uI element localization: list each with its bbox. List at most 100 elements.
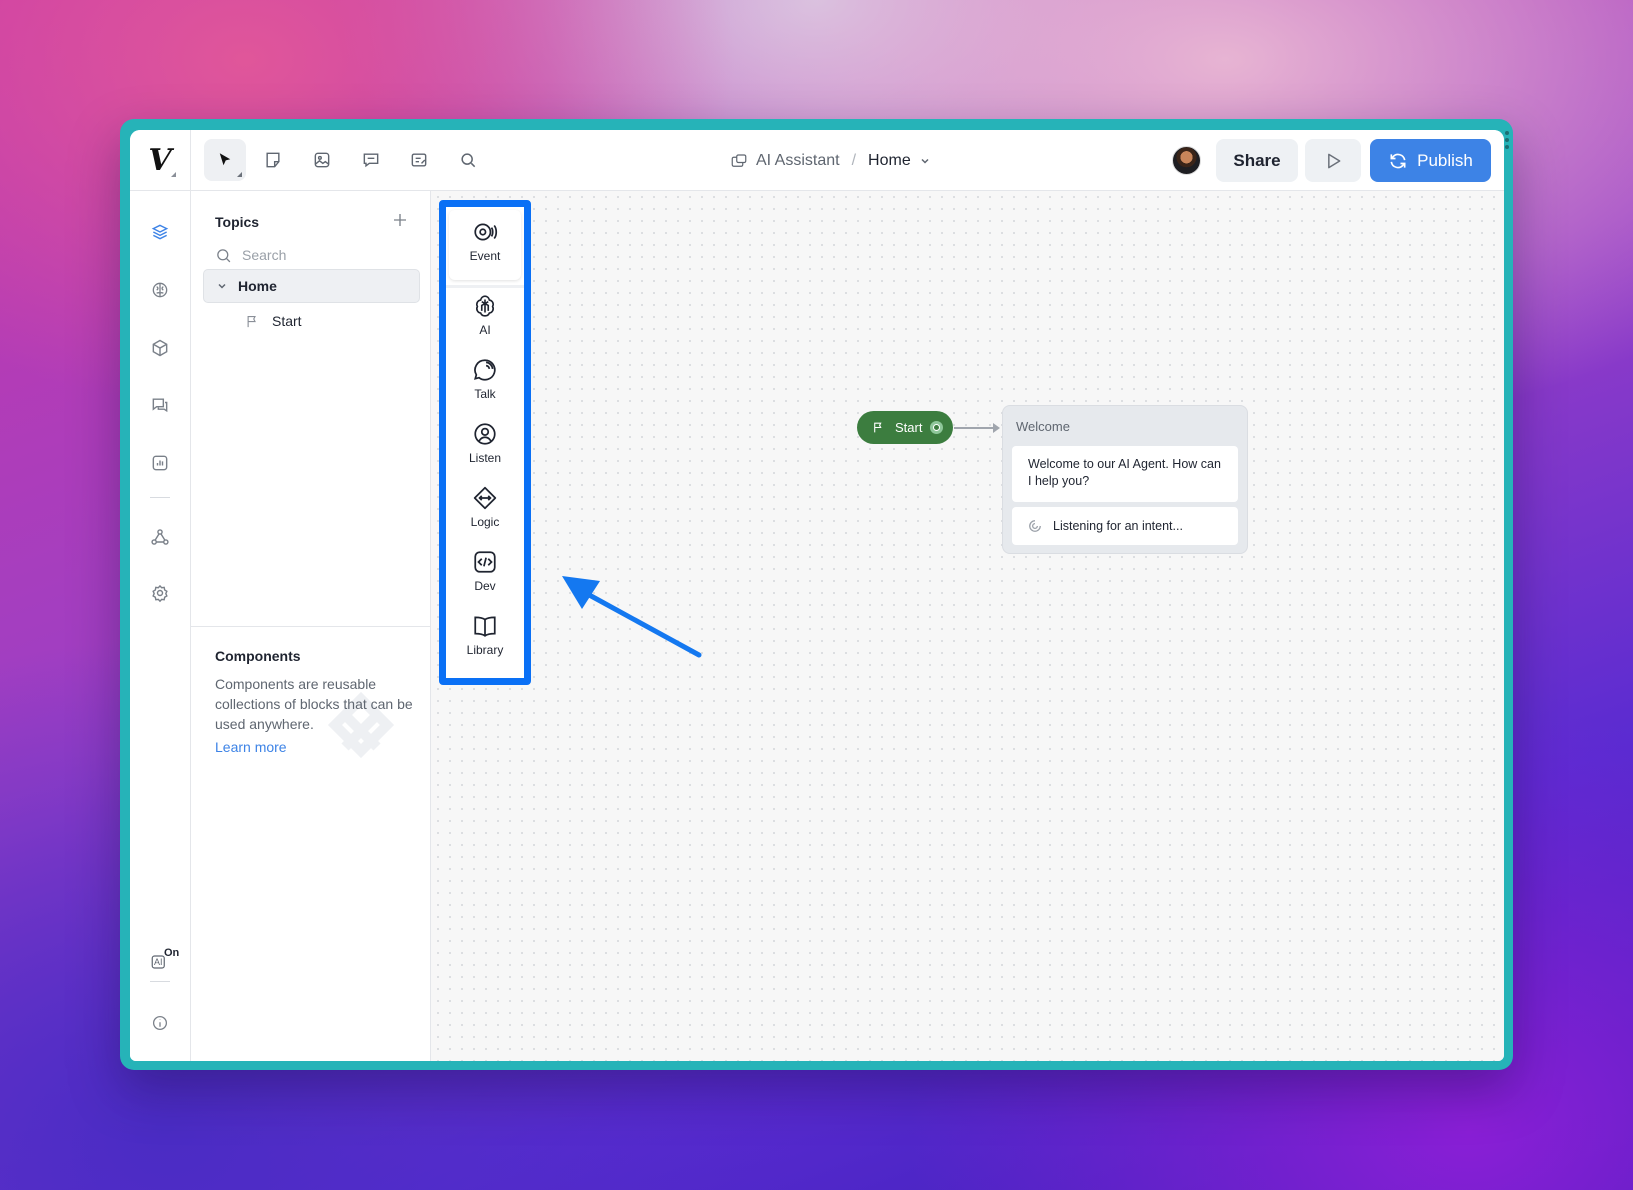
play-icon — [1328, 153, 1341, 168]
flow-connector — [954, 423, 1000, 433]
annotation-arrow — [562, 576, 702, 658]
block-label: Talk — [474, 387, 496, 401]
ai-toggle[interactable]: AI On — [150, 947, 179, 975]
components-description: Components are reusable collections of b… — [215, 676, 413, 732]
rail-divider — [150, 981, 170, 982]
components-title: Components — [215, 648, 301, 664]
block-label: AI — [479, 323, 491, 337]
image-tool-button[interactable] — [301, 139, 343, 181]
left-rail: AI On — [130, 191, 191, 1061]
breadcrumb: AI Assistant / Home — [730, 149, 931, 173]
publish-label: Publish — [1417, 150, 1473, 170]
logic-icon — [473, 486, 497, 510]
block-talk[interactable]: Talk — [446, 357, 524, 401]
rail-analytics[interactable] — [147, 450, 173, 476]
edit-note-icon — [411, 153, 427, 167]
rail-info[interactable] — [147, 1010, 173, 1036]
start-node[interactable]: Start — [857, 411, 953, 444]
comment-tool-button[interactable] — [350, 139, 392, 181]
welcome-block[interactable]: Welcome Welcome to our AI Agent. How can… — [1002, 405, 1248, 554]
integrations-icon — [151, 529, 169, 545]
output-port[interactable] — [930, 421, 943, 434]
app-window: V AI Assistant / Home Share Publish AI O… — [130, 130, 1504, 1061]
image-icon — [314, 152, 330, 168]
block-label: Listen — [468, 451, 502, 465]
flow-canvas[interactable]: Event AI Talk Listen Logic Dev Library S… — [432, 191, 1504, 1061]
block-event[interactable]: Event — [446, 219, 524, 263]
search-input[interactable] — [242, 247, 402, 263]
block-label: Event — [469, 249, 501, 263]
rail-divider — [150, 497, 170, 498]
window-handle-icon[interactable] — [1505, 131, 1509, 152]
message-step[interactable]: Welcome to our AI Agent. How can I help … — [1012, 446, 1238, 502]
listening-icon — [1029, 520, 1041, 532]
project-icon — [731, 154, 747, 167]
notes-tool-button[interactable] — [398, 139, 440, 181]
plus-icon — [394, 214, 406, 226]
ai-icon — [476, 295, 494, 317]
block-listen[interactable]: Listen — [446, 421, 524, 465]
comment-icon — [363, 153, 379, 168]
search-icon — [461, 153, 476, 168]
avatar[interactable] — [1172, 146, 1201, 175]
dev-icon — [474, 551, 496, 573]
chart-icon — [152, 455, 168, 471]
block-label: Library — [466, 643, 504, 657]
share-button[interactable]: Share — [1216, 139, 1298, 182]
block-logic[interactable]: Logic — [446, 485, 524, 529]
talk-icon — [474, 359, 496, 381]
run-button[interactable] — [1305, 139, 1361, 182]
topic-item-start[interactable]: Start — [245, 310, 302, 332]
block-title: Welcome — [1016, 419, 1070, 434]
learn-more-link[interactable]: Learn more — [215, 739, 287, 755]
layers-icon — [151, 224, 169, 240]
top-bar: V AI Assistant / Home Share Publish — [130, 130, 1504, 191]
search-icon — [217, 248, 231, 262]
block-ai[interactable]: AI — [446, 293, 524, 337]
flag-icon — [247, 315, 256, 327]
chevron-down-icon[interactable] — [919, 155, 931, 167]
block-dev[interactable]: Dev — [446, 549, 524, 593]
block-label: Logic — [470, 515, 500, 529]
listen-step-label: Listening for an intent... — [1053, 519, 1183, 533]
block-library[interactable]: Library — [446, 613, 524, 657]
rail-conversations[interactable] — [147, 392, 173, 418]
listen-step[interactable]: Listening for an intent... — [1012, 507, 1238, 545]
ai-badge-text: AI — [154, 957, 163, 967]
topic-search — [215, 245, 402, 265]
block-label: Dev — [474, 579, 496, 593]
cursor-icon — [219, 153, 231, 166]
flag-icon — [874, 422, 882, 433]
rail-knowledge[interactable] — [147, 277, 173, 303]
select-tool-button[interactable] — [204, 139, 246, 181]
sticky-note-icon — [266, 152, 280, 168]
ai-status: On — [164, 947, 180, 959]
rail-designer[interactable] — [147, 219, 173, 245]
cube-icon — [152, 339, 168, 357]
chevron-down-icon[interactable] — [216, 280, 228, 292]
rail-integrations[interactable] — [147, 524, 173, 550]
topic-item-home[interactable]: Home — [203, 269, 420, 303]
logo-icon: V — [148, 143, 172, 178]
sync-icon — [1390, 153, 1406, 168]
topics-panel: Topics Home Start Components Components … — [191, 191, 431, 1061]
breadcrumb-project[interactable]: AI Assistant — [756, 152, 840, 170]
publish-button[interactable]: Publish — [1370, 139, 1491, 182]
event-icon — [474, 223, 498, 241]
search-tool-button[interactable] — [447, 139, 489, 181]
chat-icon — [152, 398, 168, 413]
note-tool-button[interactable] — [252, 139, 294, 181]
topic-item-label: Start — [272, 313, 302, 329]
library-icon — [474, 616, 496, 637]
blocks-divider — [446, 285, 524, 288]
breadcrumb-current[interactable]: Home — [868, 152, 911, 170]
panel-divider — [191, 626, 431, 627]
breadcrumb-separator: / — [851, 152, 857, 169]
info-icon — [152, 1015, 168, 1031]
logo-menu[interactable]: V — [130, 130, 191, 191]
rail-settings[interactable] — [147, 580, 173, 606]
topics-title: Topics — [215, 214, 260, 230]
blocks-toolbar: Event AI Talk Listen Logic Dev Library — [439, 200, 531, 685]
add-topic-button[interactable] — [391, 211, 409, 234]
rail-content[interactable] — [147, 335, 173, 361]
